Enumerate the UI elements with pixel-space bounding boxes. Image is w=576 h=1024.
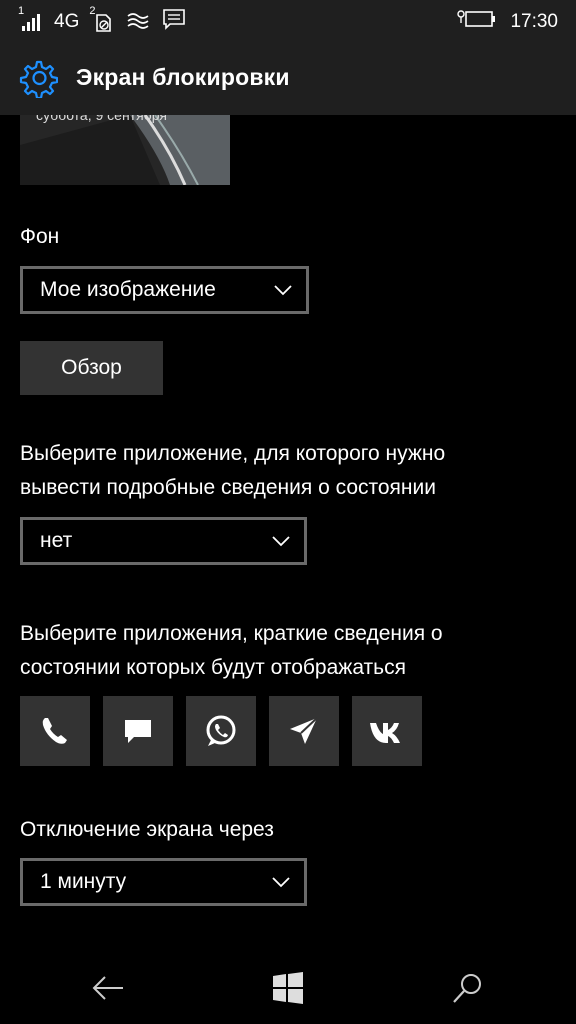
background-dropdown[interactable]: Мое изображение [20,266,309,314]
sim2-index: 2 [89,5,96,17]
screen-timeout-label: Отключение экрана через [20,818,274,841]
signal-strength-icon: 1 [18,5,44,33]
vk-icon [370,723,400,743]
quick-status-app-messaging[interactable] [103,696,173,766]
status-bar: 1 4G 2 17:30 [0,0,576,40]
chevron-down-icon [274,285,292,296]
browse-button[interactable]: Обзор [20,341,163,395]
quick-status-app-telegram[interactable] [269,696,339,766]
network-type: 4G [54,11,80,32]
quick-status-app-phone[interactable] [20,696,90,766]
clock: 17:30 [510,11,558,32]
message-notification-icon [161,8,187,36]
screen-timeout-selected-value: 1 минуту [40,870,127,893]
background-selected-value: Мое изображение [40,278,216,301]
back-arrow-icon[interactable] [90,970,126,1006]
message-icon [125,720,151,743]
chevron-down-icon [272,877,290,888]
detailed-status-label-line1: Выберите приложение, для которого нужно [20,442,446,465]
battery-icon [456,8,496,36]
background-label: Фон [20,225,60,248]
quick-status-app-vk[interactable] [352,696,422,766]
detailed-status-selected-value: нет [40,529,73,552]
lockscreen-preview-image: суббота, 9 сентября [20,115,230,185]
settings-gear-icon [18,58,59,99]
detailed-status-dropdown[interactable]: нет [20,517,307,565]
windows-start-icon[interactable] [270,970,306,1006]
quick-status-label-line1: Выберите приложения, краткие сведения о [20,622,443,645]
quick-status-label-line2: состоянии которых будут отображаться [20,656,406,679]
phone-icon [42,718,67,744]
wifi-off-icon [125,8,151,36]
settings-content[interactable]: суббота, 9 сентября Фон Мое изображение … [0,115,576,950]
navigation-bar [0,950,576,1024]
preview-date: суббота, 9 сентября [36,115,167,123]
quick-status-app-whatsapp[interactable] [186,696,256,766]
telegram-icon [290,717,318,744]
screen-timeout-dropdown[interactable]: 1 минуту [20,858,307,906]
sim1-index: 1 [18,5,25,17]
search-icon[interactable] [450,970,486,1006]
detailed-status-label-line2: вывести подробные сведения о состоянии [20,476,436,499]
page-title: Экран блокировки [76,64,290,90]
whatsapp-icon [206,715,236,746]
chevron-down-icon [272,536,290,547]
page-header: Экран блокировки [0,40,576,115]
quick-status-apps [20,696,422,766]
sim2-icon: 2 [89,5,115,33]
